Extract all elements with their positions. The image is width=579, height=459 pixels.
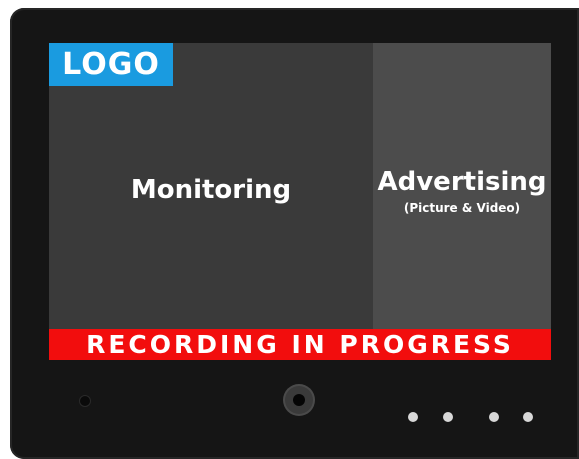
recording-banner: RECORDING IN PROGRESS — [49, 329, 551, 360]
indicator-light-icon — [523, 412, 533, 422]
indicator-light-icon — [443, 412, 453, 422]
lens-center — [293, 394, 305, 406]
camera-lens-icon — [285, 386, 313, 414]
advertising-subtitle: (Picture & Video) — [403, 201, 521, 215]
logo: LOGO — [49, 43, 173, 86]
display-screen: LOGO Monitoring Advertising (Picture & V… — [49, 43, 551, 360]
sensor-icon — [80, 396, 90, 406]
indicator-light-icon — [489, 412, 499, 422]
advertising-zone: Advertising (Picture & Video) — [373, 43, 551, 329]
monitoring-zone: LOGO Monitoring — [49, 43, 373, 329]
monitoring-label: Monitoring — [130, 175, 292, 205]
advertising-title: Advertising — [377, 167, 547, 197]
indicator-light-icon — [408, 412, 418, 422]
